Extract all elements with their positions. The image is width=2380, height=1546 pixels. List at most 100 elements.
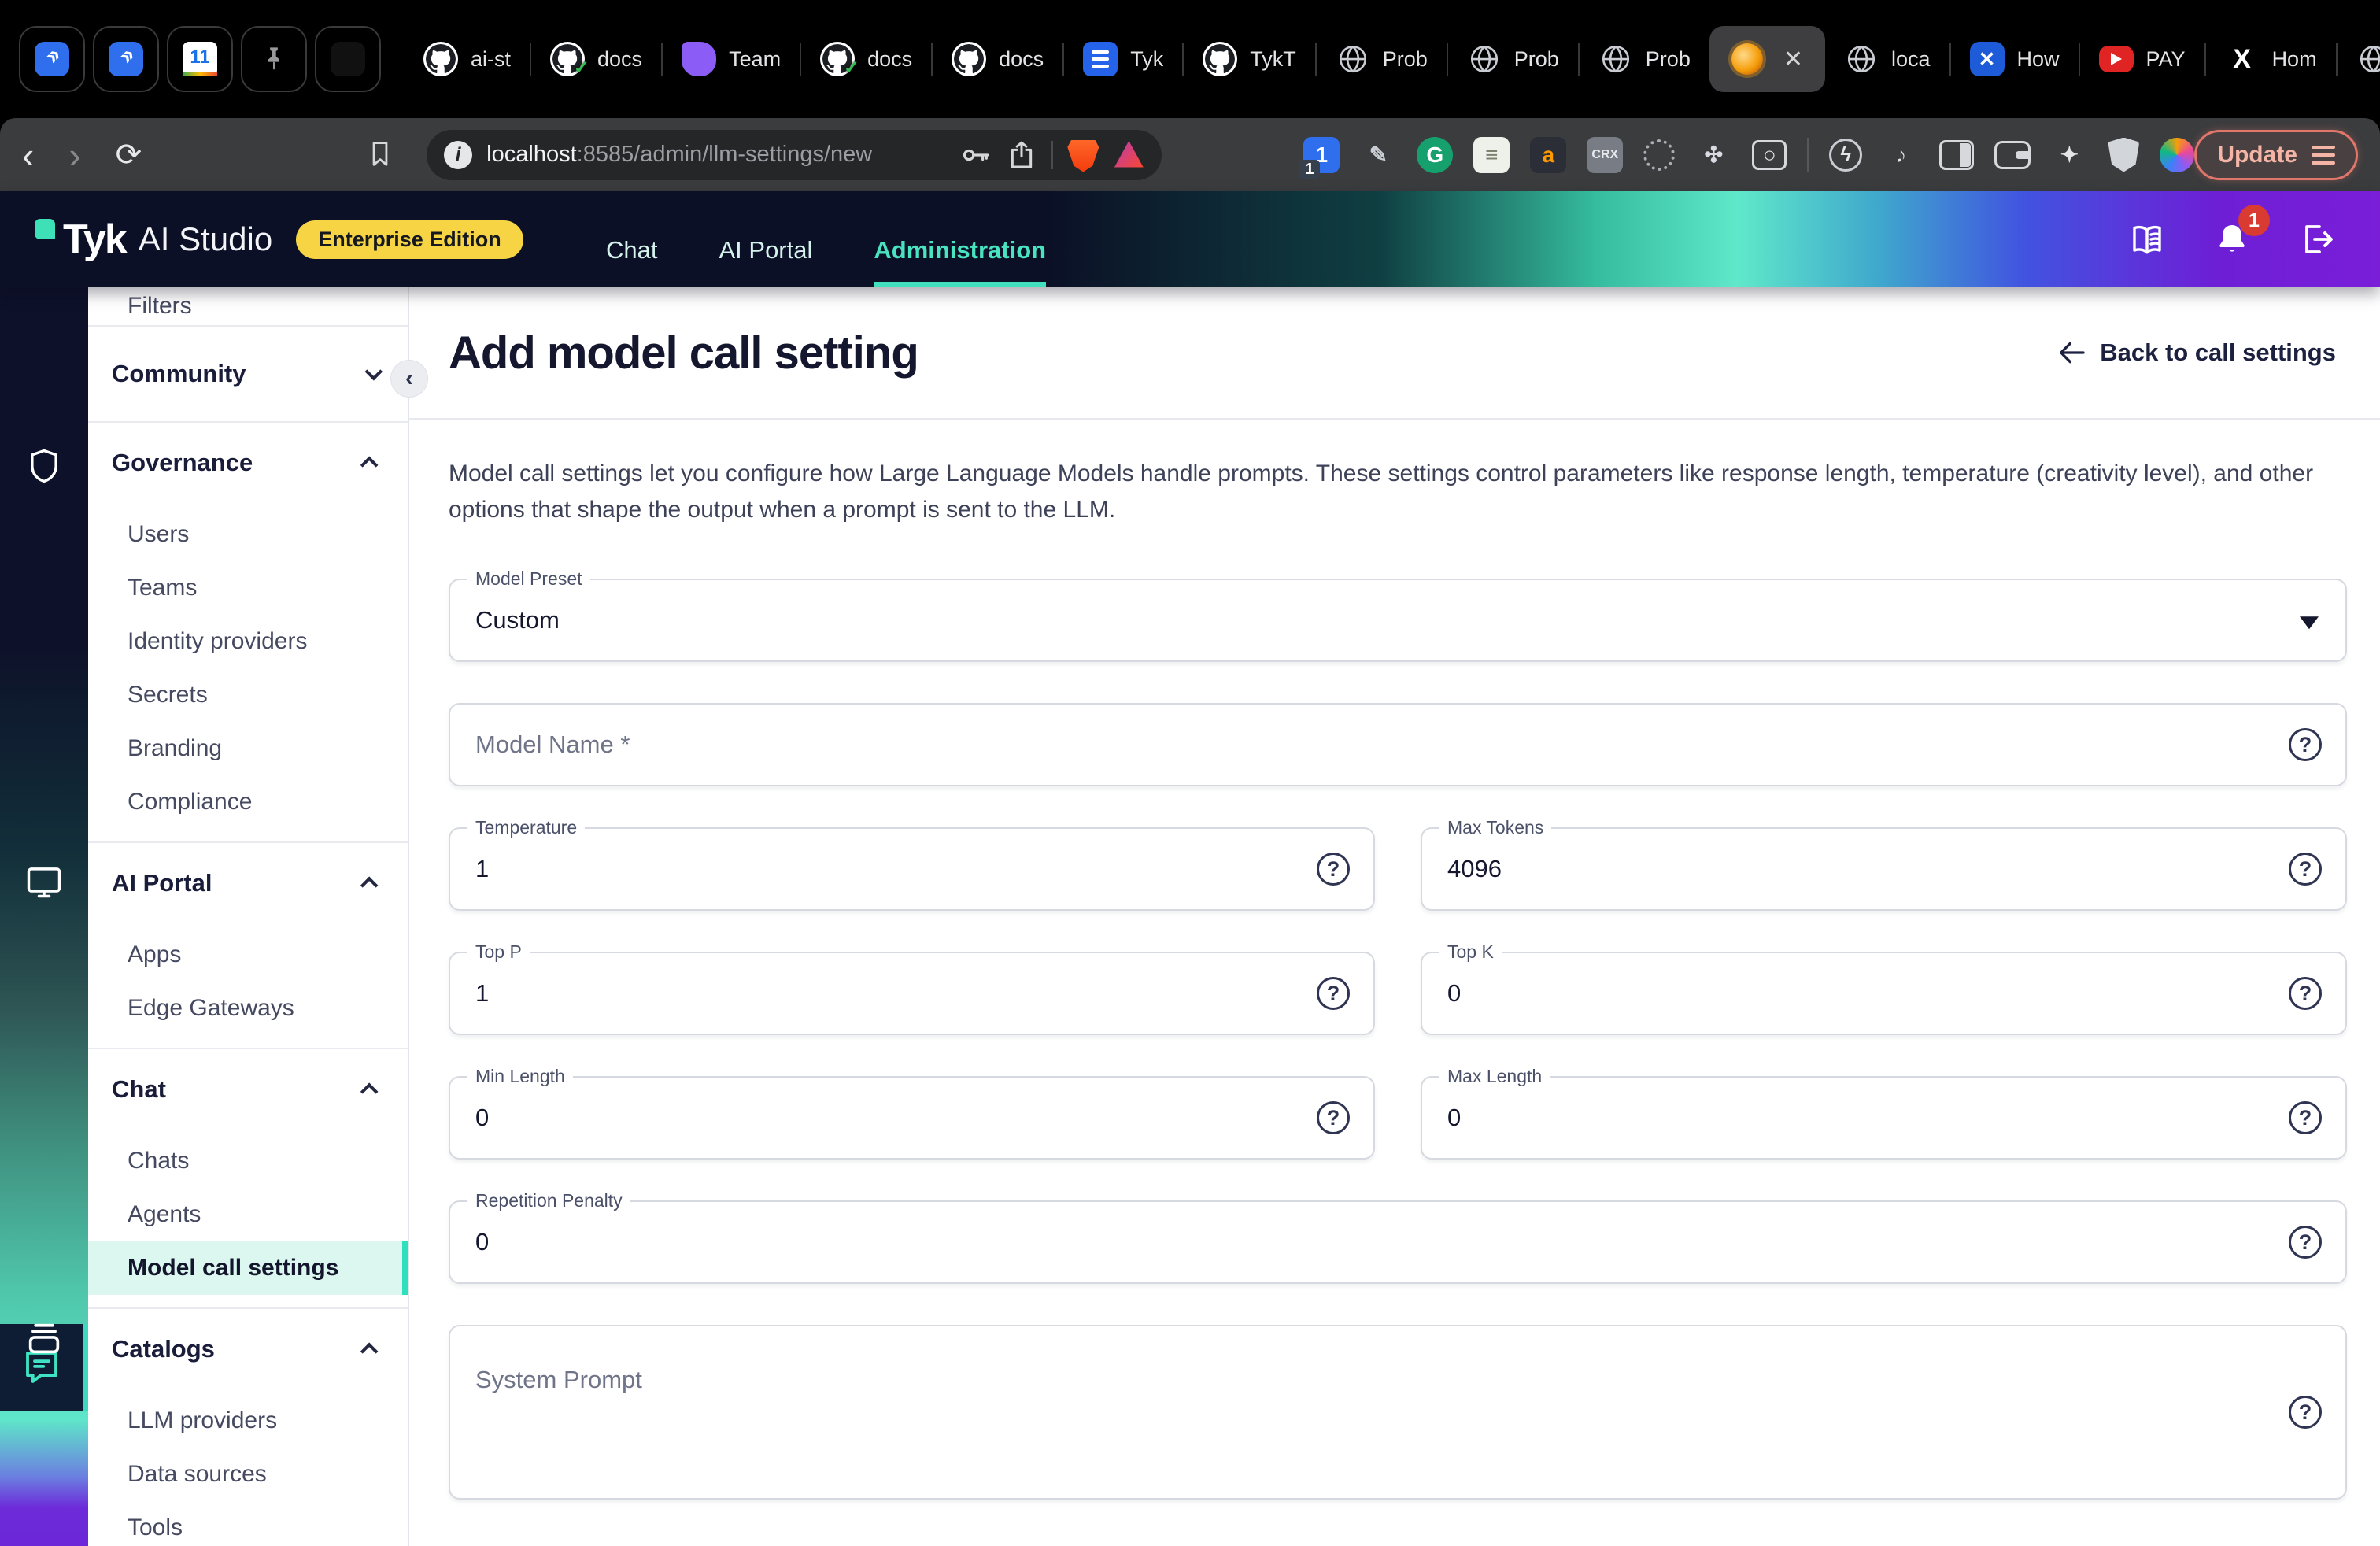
brave-shields-icon[interactable] bbox=[1067, 138, 1099, 172]
catalogs-stack-icon[interactable] bbox=[24, 1318, 65, 1359]
browser-tab[interactable]: docs bbox=[933, 26, 1062, 92]
sidebar-item-teams[interactable]: Teams bbox=[88, 561, 408, 615]
browser-tab[interactable]: Prob bbox=[1317, 26, 1447, 92]
sidebar-collapse-button[interactable]: ‹ bbox=[390, 360, 428, 398]
sidebar-item-data-sources[interactable]: Data sources bbox=[88, 1448, 408, 1501]
reload-button[interactable]: ⟳ bbox=[116, 139, 142, 171]
sidebar-section-chat[interactable]: Chat bbox=[88, 1049, 408, 1130]
search-box-ext[interactable]: ○ bbox=[1752, 140, 1787, 170]
wallet-ext[interactable] bbox=[1994, 141, 2031, 169]
sidebar-item-compliance[interactable]: Compliance bbox=[88, 775, 408, 829]
pinned-tab[interactable]: ›› bbox=[19, 26, 85, 92]
sidebar-item-tools[interactable]: Tools bbox=[88, 1501, 408, 1546]
pinned-tab[interactable]: ›› bbox=[93, 26, 159, 92]
dotted-circle-ext[interactable] bbox=[1643, 139, 1675, 171]
docs-book-icon[interactable] bbox=[2128, 220, 2166, 258]
sidebar-item-llm-providers[interactable]: LLM providers bbox=[88, 1394, 408, 1448]
notifications-bell-icon[interactable]: 1 bbox=[2213, 220, 2251, 258]
browser-tab[interactable]: TykT bbox=[1184, 26, 1315, 92]
sidebar-item-chats[interactable]: Chats bbox=[88, 1134, 408, 1188]
help-icon[interactable]: ? bbox=[2289, 853, 2322, 886]
flower-ext[interactable]: ✣ bbox=[1695, 137, 1731, 173]
governance-shield-icon[interactable] bbox=[24, 446, 65, 486]
field-model-name[interactable]: Model Name *? bbox=[449, 703, 2347, 786]
speed-ext[interactable]: ϟ bbox=[1829, 139, 1862, 172]
browser-tab[interactable]: PAY bbox=[2080, 26, 2204, 92]
amazon-ext[interactable]: a bbox=[1530, 137, 1566, 173]
sidebar-item-edge-gateways[interactable]: Edge Gateways bbox=[88, 982, 408, 1035]
browser-tab[interactable]: ✓docs bbox=[531, 26, 661, 92]
url-text[interactable]: localhost:8585/admin/llm-settings/new bbox=[486, 142, 944, 168]
pinned-tab[interactable] bbox=[241, 26, 307, 92]
eyedropper-ext[interactable]: ✎ bbox=[1360, 137, 1396, 173]
brave-rewards-icon[interactable] bbox=[1113, 139, 1144, 171]
close-tab-icon[interactable]: ✕ bbox=[1783, 46, 1803, 73]
site-info-icon[interactable]: i bbox=[444, 141, 472, 169]
help-icon[interactable]: ? bbox=[2289, 1101, 2322, 1134]
crx-ext[interactable]: CRX bbox=[1587, 137, 1623, 173]
help-icon[interactable]: ? bbox=[2289, 1396, 2322, 1429]
browser-tab[interactable]: ✓docs bbox=[801, 26, 931, 92]
shield-ext[interactable] bbox=[2108, 138, 2139, 172]
sparkle-ext[interactable]: ✦ bbox=[2051, 137, 2087, 173]
forward-button[interactable]: › bbox=[68, 137, 80, 173]
back-to-call-settings-link[interactable]: Back to call settings bbox=[2056, 337, 2336, 368]
sidebar-item-secrets[interactable]: Secrets bbox=[88, 668, 408, 722]
side-panel-ext[interactable] bbox=[1939, 140, 1974, 170]
sidebar-item-branding[interactable]: Branding bbox=[88, 722, 408, 775]
nav-ai-portal[interactable]: AI Portal bbox=[719, 236, 812, 287]
help-icon[interactable]: ? bbox=[2289, 728, 2322, 761]
back-button[interactable]: ‹ bbox=[22, 137, 34, 173]
field-max-length[interactable]: Max Length0? bbox=[1421, 1076, 2347, 1160]
help-icon[interactable]: ? bbox=[1317, 1101, 1350, 1134]
address-bar[interactable]: i localhost:8585/admin/llm-settings/new bbox=[427, 130, 1162, 180]
password-key-icon[interactable] bbox=[959, 139, 992, 172]
sidebar-item-identity-providers[interactable]: Identity providers bbox=[88, 615, 408, 668]
sidebar-item-model-call-settings[interactable]: Model call settings bbox=[88, 1241, 408, 1295]
browser-tab[interactable]: Prob bbox=[1580, 26, 1709, 92]
browser-tab[interactable]: loca bbox=[1825, 26, 1949, 92]
sidebar-section-community[interactable]: Community bbox=[88, 327, 408, 421]
bookmark-icon[interactable] bbox=[365, 136, 395, 173]
field-temperature[interactable]: Temperature1? bbox=[449, 827, 1375, 911]
help-icon[interactable]: ? bbox=[1317, 977, 1350, 1010]
share-icon[interactable] bbox=[1006, 138, 1037, 172]
grammarly-ext[interactable]: G bbox=[1417, 137, 1453, 173]
password-manager-ext[interactable]: 11 bbox=[1303, 137, 1340, 173]
browser-tab[interactable]: loca bbox=[2338, 26, 2380, 92]
update-button[interactable]: Update bbox=[2194, 130, 2358, 180]
logout-icon[interactable] bbox=[2298, 220, 2336, 258]
sidebar-item-users[interactable]: Users bbox=[88, 508, 408, 561]
field-repetition-penalty[interactable]: Repetition Penalty0? bbox=[449, 1200, 2347, 1284]
field-model-preset[interactable]: Model PresetCustom bbox=[449, 579, 2347, 662]
profile-ext[interactable] bbox=[2160, 138, 2194, 172]
help-icon[interactable]: ? bbox=[2289, 977, 2322, 1010]
browser-tab[interactable]: Team bbox=[663, 26, 800, 92]
browser-tab[interactable]: Tyk bbox=[1064, 26, 1182, 92]
pinned-tab[interactable]: 11 bbox=[167, 26, 233, 92]
sidebar-section-governance[interactable]: Governance bbox=[88, 423, 408, 503]
sidebar-item-filters[interactable]: Filters bbox=[88, 287, 408, 325]
tyk-logo[interactable]: Tyk AI Studio Enterprise Edition bbox=[35, 216, 523, 263]
field-max-tokens[interactable]: Max Tokens4096? bbox=[1421, 827, 2347, 911]
field-system-prompt[interactable]: System Prompt? bbox=[449, 1325, 2347, 1500]
field-top-p[interactable]: Top P1? bbox=[449, 952, 1375, 1035]
nav-chat[interactable]: Chat bbox=[606, 236, 657, 287]
ai-portal-monitor-icon[interactable] bbox=[24, 860, 65, 901]
browser-tab[interactable]: Prob bbox=[1448, 26, 1578, 92]
notes-ext[interactable]: ≡ bbox=[1473, 137, 1510, 173]
menu-icon[interactable] bbox=[2312, 153, 2335, 157]
sidebar-section-ai-portal[interactable]: AI Portal bbox=[88, 843, 408, 923]
browser-tab[interactable]: XHom bbox=[2206, 26, 2336, 92]
help-icon[interactable]: ? bbox=[1317, 853, 1350, 886]
sidebar-item-agents[interactable]: Agents bbox=[88, 1188, 408, 1241]
music-ext[interactable]: ♪ bbox=[1883, 137, 1919, 173]
browser-tab[interactable]: ✕How bbox=[1951, 26, 2079, 92]
help-icon[interactable]: ? bbox=[2289, 1226, 2322, 1259]
nav-administration[interactable]: Administration bbox=[874, 236, 1046, 287]
field-top-k[interactable]: Top K0? bbox=[1421, 952, 2347, 1035]
browser-tab[interactable]: ai-st bbox=[405, 26, 530, 92]
field-min-length[interactable]: Min Length0? bbox=[449, 1076, 1375, 1160]
sidebar-item-apps[interactable]: Apps bbox=[88, 928, 408, 982]
active-browser-tab[interactable]: ✕ bbox=[1709, 26, 1825, 92]
